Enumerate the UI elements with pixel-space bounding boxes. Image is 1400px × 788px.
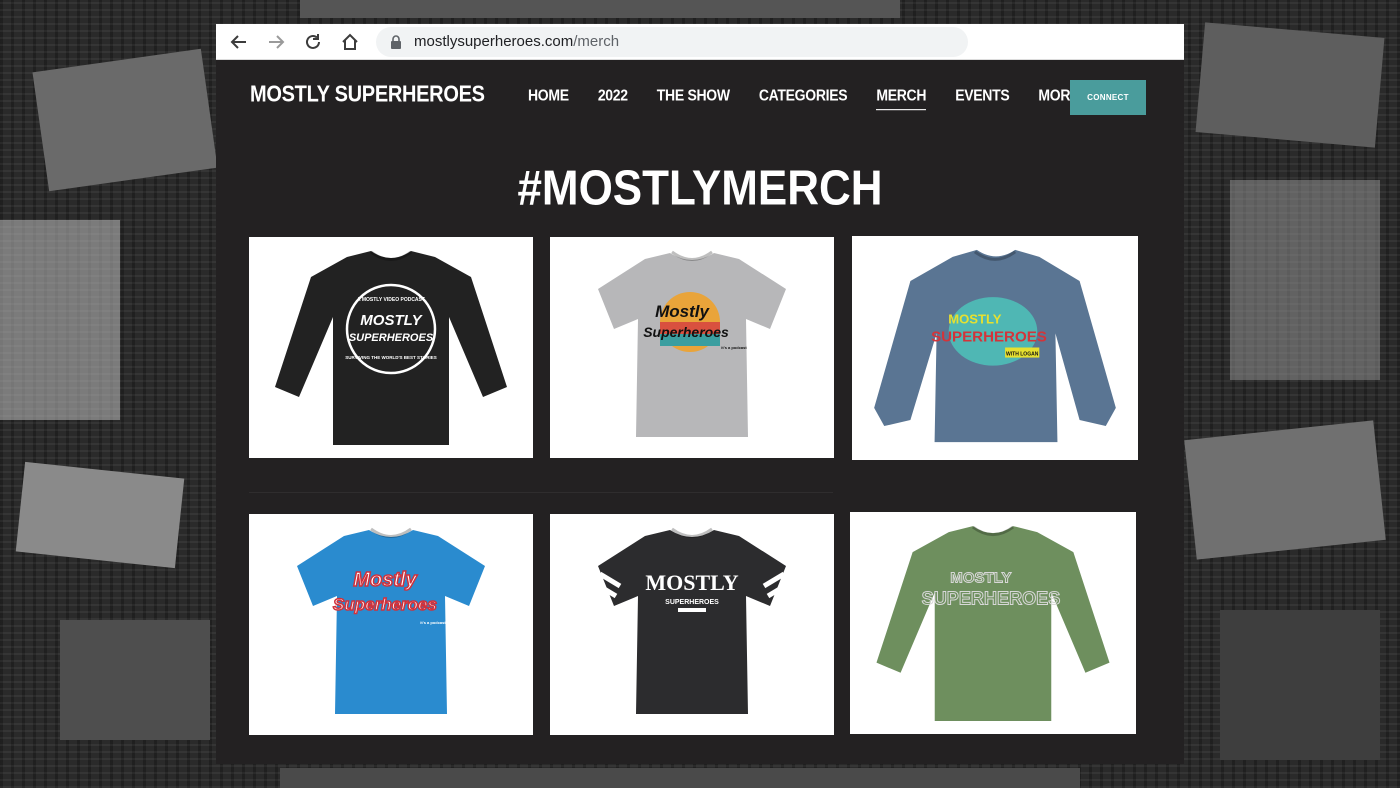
nav-item-2022[interactable]: 2022 — [598, 86, 628, 110]
graphic-word-2: Superheroes — [333, 595, 437, 614]
forward-button[interactable] — [261, 27, 291, 57]
product-card-1[interactable]: A MOSTLY VIDEO PODCAST MOSTLY SUPERHEROES S… — [249, 237, 533, 458]
product-image: Mostly Superheroes it's a podcast — [297, 527, 485, 714]
product-card-6[interactable]: MOSTLY SUPERHEROES — [850, 512, 1136, 734]
home-icon — [342, 33, 358, 50]
graphic-word-1: MOSTLY — [950, 569, 1011, 586]
nav-item-merch[interactable]: MERCH — [876, 86, 926, 111]
graphic-tagline: WITH LOGAN — [1006, 352, 1039, 358]
product-card-3[interactable]: MOSTLY SUPERHEROES WITH LOGAN — [852, 236, 1138, 460]
browser-toolbar: mostlysuperheroes.com/merch — [216, 24, 1184, 60]
row-divider — [249, 492, 833, 493]
product-image: MOSTLY SUPERHEROES — [594, 527, 790, 714]
nav-item-home[interactable]: HOME — [528, 86, 569, 110]
graphic-word-1: Mostly — [655, 302, 710, 321]
url-host: mostlysuperheroes.com — [414, 33, 574, 50]
tee-shape — [297, 530, 485, 714]
site-logo[interactable]: MOSTLY SUPERHEROES — [250, 82, 485, 108]
page-title: #MOSTLYMERCH — [517, 161, 883, 216]
reload-icon — [306, 33, 320, 49]
nav-item-events[interactable]: EVENTS — [955, 86, 1010, 110]
graphic-word-1: MOSTLY — [360, 312, 423, 329]
back-arrow-icon — [230, 34, 246, 49]
product-card-2[interactable]: Mostly Superheroes it's a podcast — [550, 237, 834, 458]
connect-button[interactable]: CONNECT — [1070, 80, 1146, 115]
long-sleeve-shape — [876, 526, 1110, 721]
nav-item-categories[interactable]: CATEGORIES — [759, 86, 848, 110]
graphic-tagline: it's a podcast — [721, 345, 747, 350]
address-bar[interactable]: mostlysuperheroes.com/merch — [376, 26, 968, 57]
product-image: Mostly Superheroes it's a podcast — [598, 250, 786, 437]
product-image: A MOSTLY VIDEO PODCAST MOSTLY SUPERHEROES S… — [275, 250, 507, 445]
graphic-footer: SURVIVING THE WORLD'S BEST STORIES — [345, 355, 436, 360]
reload-button[interactable] — [298, 27, 328, 57]
graphic-word-2: SUPERHEROES — [931, 328, 1047, 345]
long-sleeve-shape — [275, 251, 507, 445]
home-button[interactable] — [335, 27, 365, 57]
graphic-word-2: SUPERHEROES — [349, 332, 434, 344]
product-card-5[interactable]: MOSTLY SUPERHEROES — [550, 514, 834, 735]
lock-icon — [391, 34, 401, 49]
site-header: MOSTLY SUPERHEROES HOME 2022 THE SHOW CA… — [216, 60, 1184, 130]
product-card-4[interactable]: Mostly Superheroes it's a podcast — [249, 514, 533, 735]
graphic-word-2: SUPERHEROES — [922, 588, 1061, 608]
forward-arrow-icon — [269, 34, 285, 49]
graphic-tagline: A MOSTLY VIDEO PODCAST — [357, 297, 425, 303]
graphic-word-2: SUPERHEROES — [665, 599, 719, 606]
main-nav: HOME 2022 THE SHOW CATEGORIES MERCH EVEN… — [528, 86, 1108, 111]
graphic-word-1: MOSTLY — [948, 311, 1002, 326]
browser-window: mostlysuperheroes.com/merch MOSTLY SUPER… — [216, 24, 1184, 764]
graphic-word-1: MOSTLY — [645, 570, 738, 595]
nav-item-the-show[interactable]: THE SHOW — [657, 86, 730, 110]
graphic-tagline: it's a podcast — [420, 620, 446, 625]
back-button[interactable] — [224, 27, 254, 57]
tee-shape — [598, 530, 786, 714]
product-image: MOSTLY SUPERHEROES WITH LOGAN — [874, 249, 1116, 443]
url-path: /merch — [573, 33, 620, 50]
graphic-word-1: Mostly — [353, 569, 417, 591]
graphic-word-2: Superheroes — [643, 324, 729, 340]
product-image: MOSTLY SUPERHEROES — [876, 525, 1110, 721]
